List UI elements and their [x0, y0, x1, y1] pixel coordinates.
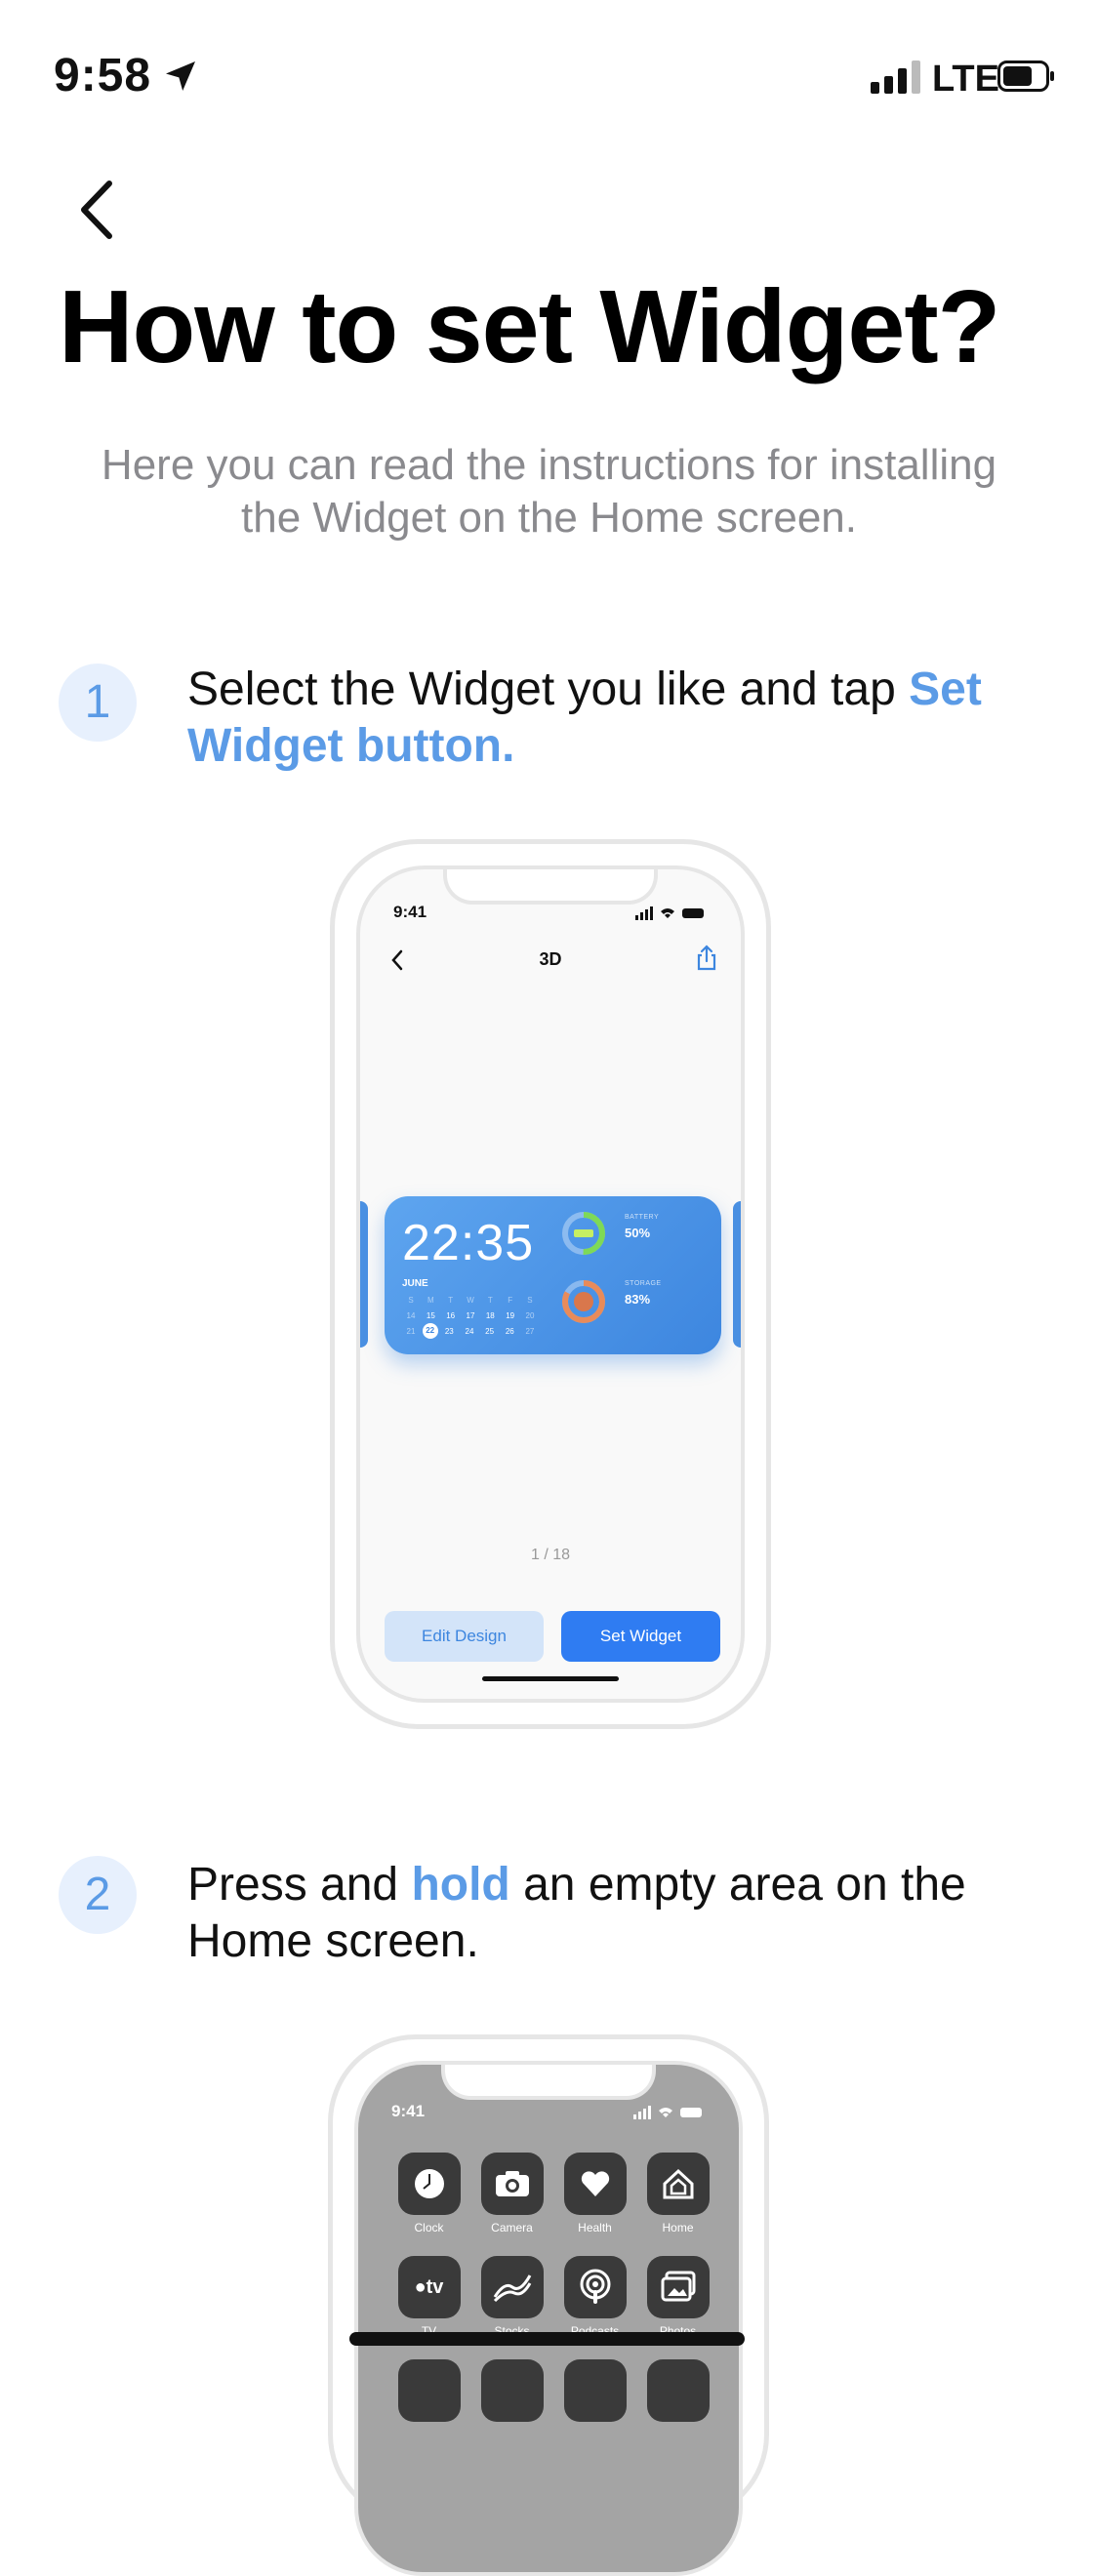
home-indicator[interactable] [349, 2332, 745, 2346]
widget-month: JUNE [402, 1278, 428, 1289]
mockup-notch [441, 2065, 656, 2100]
signal-icon [871, 60, 920, 94]
tv-icon: ●tv [397, 2256, 461, 2318]
app-label: Camera [491, 2221, 533, 2234]
weekday: F [508, 1295, 513, 1305]
calendar-day: 26 [505, 1326, 514, 1336]
mockup-time: 9:41 [393, 903, 427, 921]
step-1-text-main: Select the Widget you like and tap [187, 664, 910, 715]
widget-calendar: S M T W T F S 14 15 16 17 18 19 20 21 22 23 24 25 26 27 [402, 1292, 539, 1339]
mockup-screen: 9:41 3D 22:35 JUNE SMTWTFS 14 15 16 17 18 19 2… [356, 865, 745, 1703]
app-health: Health [553, 2153, 636, 2234]
next-widget-edge [733, 1201, 741, 1348]
storage-ring-icon [562, 1280, 605, 1323]
stocks-icon [480, 2256, 544, 2318]
calendar-day: 19 [506, 1310, 515, 1320]
storage-label: STORAGE [625, 1280, 662, 1287]
tv-glyph: ●tv [414, 2275, 444, 2298]
app-stocks: Stocks [470, 2256, 553, 2338]
location-arrow-icon [166, 61, 195, 91]
weekday: S [527, 1295, 533, 1305]
calendar-day: 27 [525, 1326, 535, 1336]
calendar-day: 14 [406, 1310, 416, 1320]
network-type: LTE [932, 59, 999, 100]
calendar-day: 25 [485, 1326, 495, 1336]
mockup-time: 9:41 [391, 2102, 426, 2120]
app-label: Home [662, 2221, 694, 2234]
app-photos: Photos [636, 2256, 719, 2338]
weekday: T [487, 1295, 493, 1305]
weather-icon [397, 2359, 461, 2422]
weekday: M [427, 1295, 434, 1305]
calendar-day: 15 [426, 1310, 435, 1320]
status-bar: 9:58 LTE [0, 0, 1098, 146]
phone-mockup-home-screen: 9:41 Clock Camera Health Home ●tv TV Sto… [328, 2034, 769, 2576]
status-time: 9:58 [54, 50, 152, 101]
app-podcasts: Podcasts [553, 2256, 636, 2338]
storage-value: 83% [625, 1292, 651, 1307]
page-indicator: 1 / 18 [530, 1547, 571, 1563]
calendar-day: 24 [465, 1326, 474, 1336]
home-icon [646, 2153, 710, 2215]
calendar-day: 18 [485, 1310, 495, 1320]
calendar-day: 23 [444, 1326, 454, 1336]
share-icon [697, 945, 716, 971]
back-chevron-icon[interactable] [68, 176, 127, 244]
battery-ring-icon [562, 1212, 605, 1255]
app-label: Health [578, 2221, 612, 2234]
edit-design-button: Edit Design [385, 1611, 544, 1662]
heart-icon [563, 2153, 627, 2215]
widget-preview: 22:35 JUNE S M T W T F S 14 15 16 17 18 19 20 21 22 23… [385, 1196, 721, 1354]
app-home: Home [636, 2153, 719, 2234]
app-label: Clock [414, 2221, 444, 2234]
photos-icon [646, 2256, 710, 2318]
battery-icon [997, 60, 1054, 92]
step-2-highlight: hold [411, 1859, 510, 1911]
mockup-title: 3D [539, 949, 562, 969]
calendar-day: 20 [525, 1310, 535, 1320]
calendar-day: 16 [446, 1310, 456, 1320]
calendar-today: 22 [422, 1323, 438, 1339]
app-grid: Clock Camera Health Home ●tv TV Stocks P… [387, 2153, 719, 2422]
wallet-icon [646, 2359, 710, 2422]
calendar-week: 21 22 23 24 25 26 27 [402, 1323, 539, 1339]
calendar-weekdays: SMTWTFS [402, 1292, 539, 1308]
mockup-home-indicator [482, 1676, 619, 1681]
podcasts-icon [563, 2256, 627, 2318]
step-1-badge: 1 [59, 664, 137, 742]
prev-widget-edge [360, 1201, 368, 1348]
camera-icon [480, 2153, 544, 2215]
app-clock: Clock [387, 2153, 470, 2234]
step-1-text: Select the Widget you like and tap Set W… [187, 662, 1037, 775]
app-camera: Camera [470, 2153, 553, 2234]
calendar-day: 21 [406, 1326, 416, 1336]
app-weather [387, 2359, 470, 2422]
clock-icon [397, 2153, 461, 2215]
weekday: W [467, 1295, 474, 1305]
calendar-week: 14 15 16 17 18 19 20 [402, 1308, 539, 1323]
app-tv: ●tv TV [387, 2256, 470, 2338]
battery-label: BATTERY [625, 1214, 660, 1221]
app-store [470, 2359, 553, 2422]
phone-mockup-set-widget: 9:41 3D 22:35 JUNE SMTWTFS 14 15 16 17 18 19 2… [330, 839, 771, 1729]
app-mail [553, 2359, 636, 2422]
mockup-status-icons [633, 2106, 702, 2119]
widget-clock: 22:35 [402, 1215, 535, 1271]
calendar-day: 17 [466, 1310, 475, 1320]
step-2-text-main: Press and [187, 1859, 412, 1911]
mockup-notch [443, 869, 658, 905]
step-2-badge: 2 [59, 1856, 137, 1934]
battery-value: 50% [625, 1226, 651, 1240]
app-store-icon [480, 2359, 544, 2422]
page-subtitle: Here you can read the instructions for i… [101, 441, 997, 542]
mockup-home-screen: 9:41 Clock Camera Health Home ●tv TV Sto… [354, 2061, 743, 2576]
mail-icon [563, 2359, 627, 2422]
step-2-text: Press and hold an empty area on the Home… [187, 1857, 1037, 1970]
page-title: How to set Widget? [59, 269, 1000, 384]
mockup-status-icons [635, 906, 704, 920]
set-widget-button: Set Widget [561, 1611, 720, 1662]
weekday: S [408, 1295, 414, 1305]
app-wallet [636, 2359, 719, 2422]
weekday: T [448, 1295, 454, 1305]
